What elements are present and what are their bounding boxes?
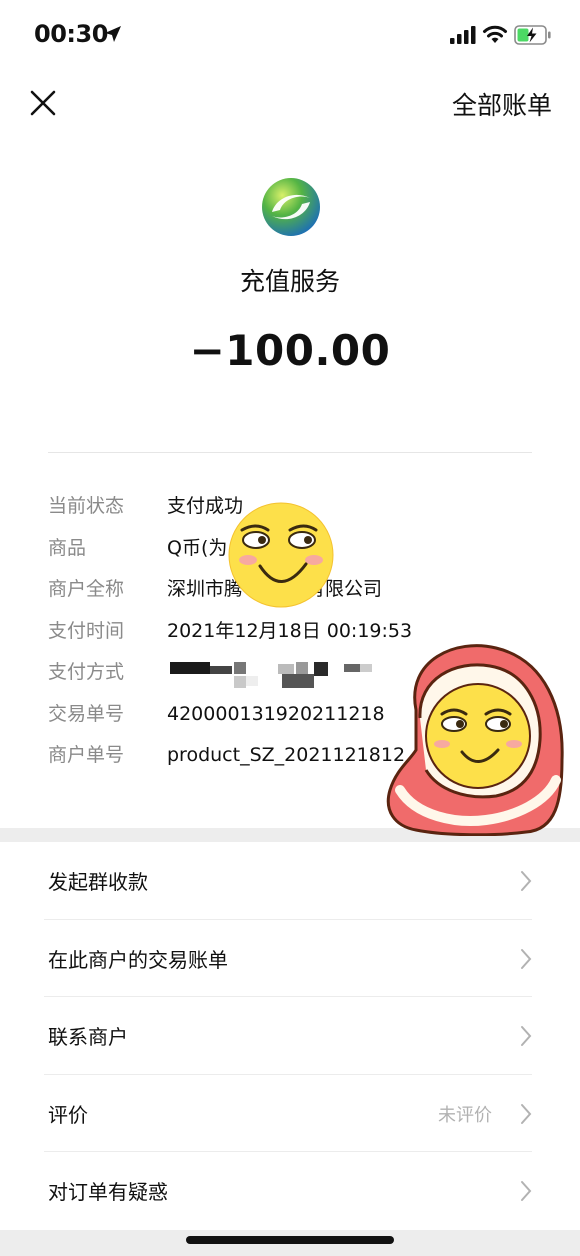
location-arrow-icon [105,26,121,42]
redaction-block [170,662,210,674]
redaction-block [344,664,360,672]
detail-label: 商品 [48,536,87,559]
close-icon[interactable] [26,86,60,120]
emoji-sticker-blanket [386,644,564,836]
redaction-block [296,662,308,674]
menu-item-label: 评价 [48,1102,88,1127]
menu-item-contact-merchant[interactable]: 联系商户 [0,997,580,1075]
redaction-block [360,664,372,672]
redaction-block [314,662,328,676]
bill-detail-card: 00:30 全部账单 充值服务 −100.00 当前状态 支付成功 商品 Q币(… [0,0,580,836]
redaction-block [210,666,232,674]
detail-label: 支付方式 [48,661,125,683]
chevron-right-icon [521,1026,532,1047]
emoji-sticker [228,502,334,608]
battery-charging-icon [514,25,551,45]
redaction-block [246,676,258,686]
menu-item-label: 联系商户 [48,1025,128,1050]
detail-label: 当前状态 [48,495,125,517]
menu-item-label: 发起群收款 [48,870,148,894]
merchant-name: 充值服务 [239,267,340,296]
payment-amount: −100.00 [189,326,391,375]
action-menu: 发起群收款 在此商户的交易账单 联系商户 评价 未评价 对订单有疑惑 [0,842,580,1230]
detail-value: product_SZ_2021121812 [167,744,406,766]
detail-value: 420000131920211218 [167,702,385,725]
redaction-block [234,662,246,674]
signal-icon [450,26,476,44]
status-bar: 00:30 [0,0,580,70]
home-indicator[interactable] [186,1236,394,1244]
menu-item-group-collect[interactable]: 发起群收款 [0,842,580,920]
redaction-block [234,676,246,688]
divider [48,452,532,453]
chevron-right-icon [521,871,532,891]
status-time: 00:30 [34,20,108,48]
redaction-block [278,664,294,674]
menu-item-label: 在此商户的交易账单 [48,947,228,972]
menu-item-order-question[interactable]: 对订单有疑惑 [0,1152,580,1230]
detail-value: 2021年12月18日 00:19:53 [167,619,413,642]
menu-item-merchant-bills[interactable]: 在此商户的交易账单 [0,920,580,998]
rating-status: 未评价 [438,1104,492,1126]
detail-label: 交易单号 [48,702,125,725]
detail-label: 支付时间 [48,619,125,642]
detail-label: 商户单号 [48,744,125,766]
menu-item-label: 对订单有疑惑 [48,1180,168,1205]
menu-item-rate[interactable]: 评价 未评价 [0,1075,580,1153]
wifi-icon [483,25,507,43]
chevron-right-icon [521,948,532,969]
merchant-logo-icon [262,178,320,236]
all-bills-link[interactable]: 全部账单 [452,86,552,122]
chevron-right-icon [521,1103,532,1124]
redacted-payment-method [166,656,386,692]
detail-label: 商户全称 [48,578,125,600]
chevron-right-icon [521,1181,532,1202]
redaction-block [282,674,314,688]
